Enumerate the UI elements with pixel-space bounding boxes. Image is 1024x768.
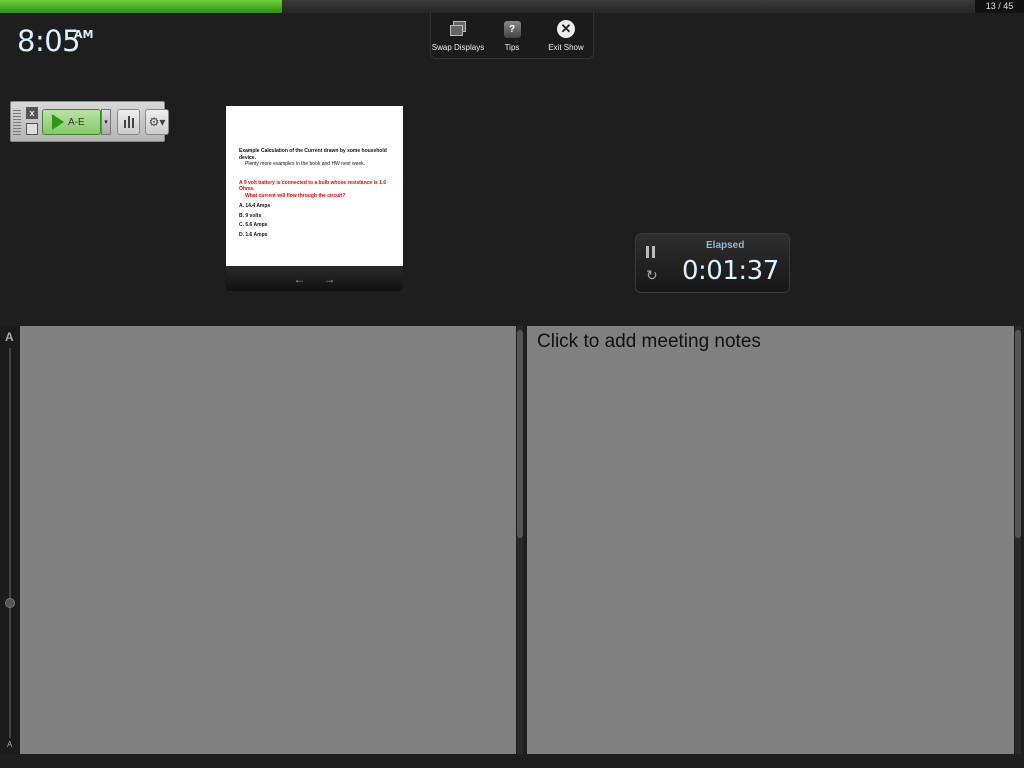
poll-widget: x A-E ▾ ⚙▾ — [10, 101, 169, 142]
arrow-left-icon[interactable]: ← — [294, 272, 306, 286]
poll-type-dropdown[interactable]: ▾ — [101, 109, 111, 135]
font-size-large-label: A — [5, 330, 14, 344]
slide-option: C. 5.6 Amps — [239, 222, 268, 228]
meeting-notes-pane[interactable] — [527, 326, 1014, 754]
clock: 8:05 AM — [17, 24, 93, 58]
slide-option: D. 1.6 Amps — [239, 231, 268, 238]
slide-option: B. 9 volts — [239, 212, 262, 219]
arrow-right-icon[interactable]: → — [324, 272, 336, 286]
tips-button[interactable]: ? Tips — [486, 18, 538, 58]
swap-displays-button[interactable]: Swap Displays — [432, 18, 484, 58]
slide-counter: 13 / 45 — [975, 0, 1024, 13]
tips-icon: ? — [501, 18, 523, 40]
clock-time: 8:05 — [17, 24, 81, 58]
slider-thumb[interactable] — [5, 598, 15, 608]
play-icon — [52, 114, 64, 130]
slide-question-line: What current will flow through the circu… — [245, 192, 346, 199]
font-size-small-label: A — [7, 740, 13, 749]
close-widget-button[interactable]: x — [26, 107, 38, 119]
font-size-slider: A A — [0, 326, 20, 754]
slider-track[interactable] — [9, 348, 11, 738]
slide-title: Example Calculation of the Current drawn… — [239, 148, 387, 161]
timer-label: Elapsed — [706, 240, 745, 251]
start-poll-button[interactable]: A-E — [42, 109, 101, 135]
exit-show-button[interactable]: ✕ Exit Show — [540, 18, 592, 58]
swap-displays-label: Swap Displays — [431, 43, 485, 52]
exit-show-label: Exit Show — [548, 43, 584, 52]
slide-question-line: A 9 volt battery is connected to a bulb … — [239, 179, 387, 193]
poll-type-label: A-E — [68, 116, 85, 128]
slide-progress-bar — [0, 0, 975, 13]
drag-handle[interactable] — [13, 110, 21, 136]
swap-displays-icon — [447, 18, 469, 40]
clock-ampm: AM — [74, 28, 94, 41]
meeting-notes-placeholder[interactable]: Click to add meeting notes — [537, 331, 761, 353]
elapsed-timer: ↻ Elapsed 0:01:37 — [635, 233, 790, 293]
slide-question: A 9 volt battery is connected to a bulb … — [239, 180, 393, 200]
scrollbar-right-thumb[interactable] — [1015, 330, 1021, 538]
slide-subtitle: Plenty more examples in the book and HW … — [245, 161, 366, 167]
edit-icon[interactable] — [26, 123, 38, 135]
slide-navigation: ← → — [226, 266, 403, 291]
presenter-toolbar: Swap Displays ? Tips ✕ Exit Show — [430, 13, 594, 59]
pause-icon[interactable] — [646, 246, 656, 258]
scrollbar-left-thumb[interactable] — [517, 330, 523, 538]
next-slide-notes-pane[interactable] — [20, 326, 516, 754]
tips-label: Tips — [504, 43, 520, 52]
reset-icon[interactable]: ↻ — [646, 267, 658, 284]
timer-value: 0:01:37 — [682, 256, 779, 286]
slide-progress-fill — [0, 0, 282, 13]
presenter-view: 13 / 45 8:05 AM Swap Displays ? Tips ✕ E… — [0, 0, 1024, 768]
show-results-button[interactable] — [117, 109, 140, 135]
gear-icon[interactable]: ⚙▾ — [145, 109, 169, 135]
slide-option: A. 14.4 Amps — [239, 203, 271, 209]
slide-preview[interactable]: Example Calculation of the Current drawn… — [226, 106, 403, 266]
exit-icon: ✕ — [555, 18, 577, 40]
